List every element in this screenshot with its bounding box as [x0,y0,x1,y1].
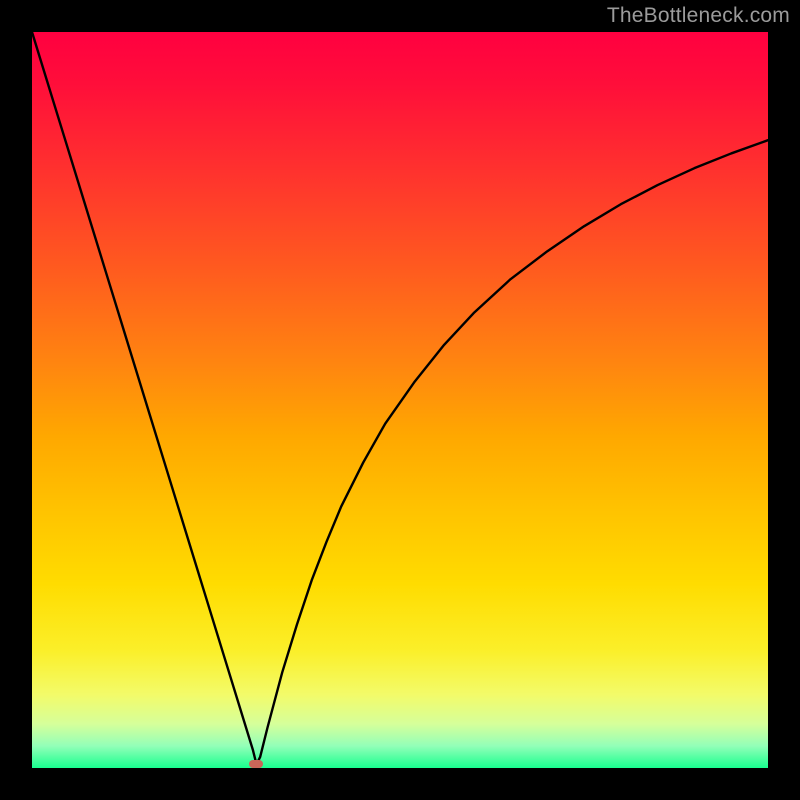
curve-svg [32,32,768,768]
bottleneck-curve [32,32,768,764]
chart-frame: TheBottleneck.com [0,0,800,800]
watermark: TheBottleneck.com [607,4,790,28]
min-point-marker [249,760,263,768]
plot-area [32,32,768,768]
